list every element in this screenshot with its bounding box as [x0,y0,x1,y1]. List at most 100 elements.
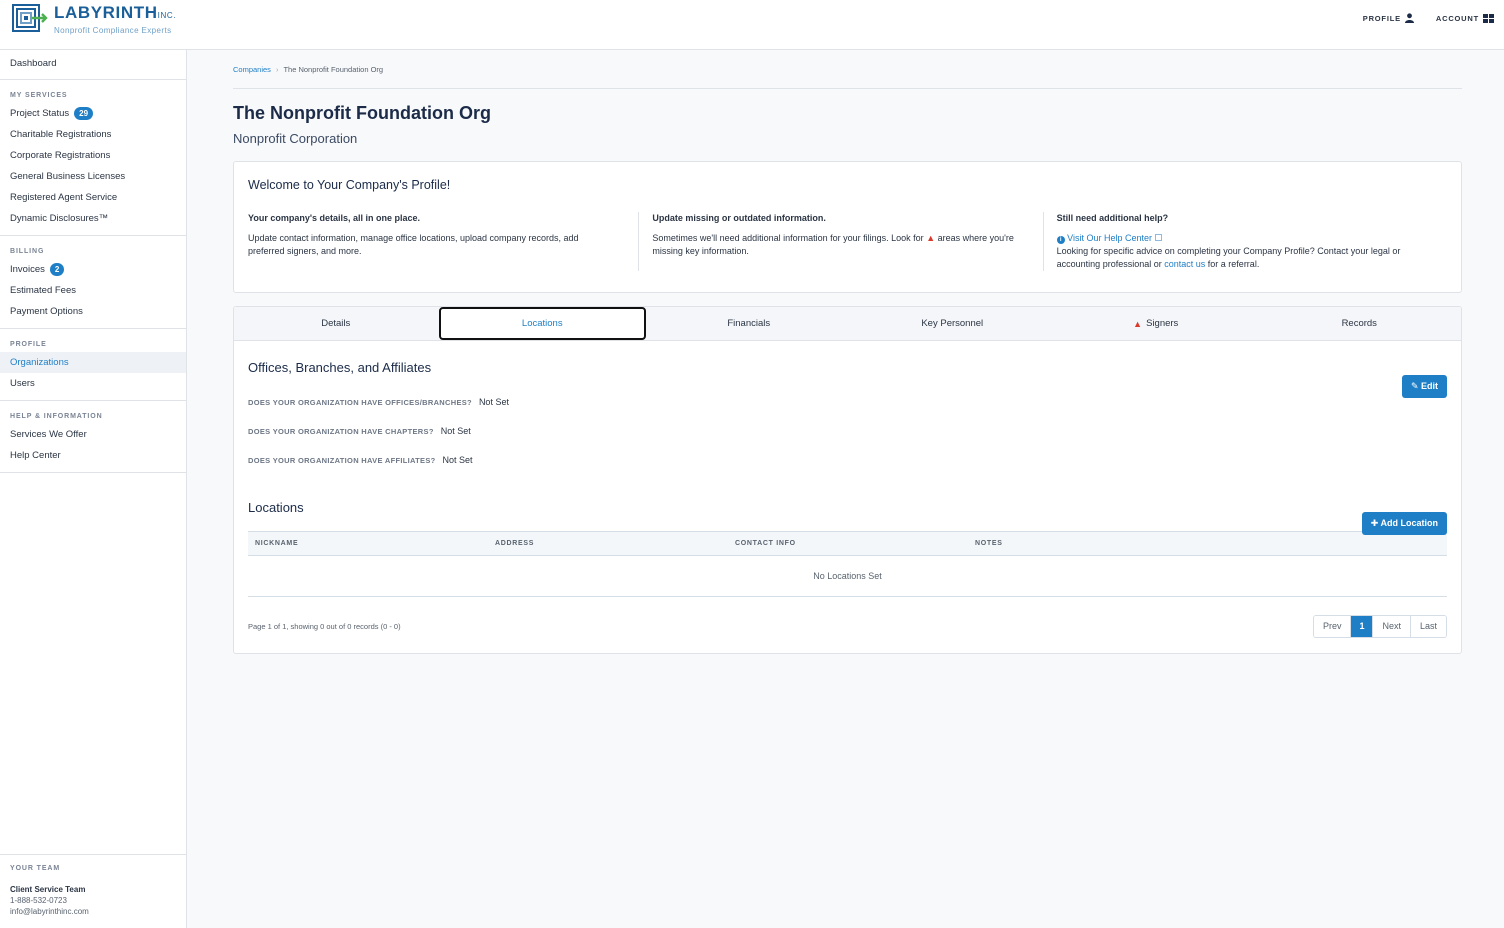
welcome-col-body: Update contact information, manage offic… [248,233,579,256]
column-header-notes[interactable]: NOTES [968,540,1208,547]
breadcrumb-companies-link[interactable]: Companies [233,65,271,74]
team-email[interactable]: info@labyrinthinc.com [10,906,176,917]
invoices-badge: 2 [49,263,65,276]
page-subtitle: Nonprofit Corporation [233,131,358,146]
sidebar-item-charitable-registrations[interactable]: Charitable Registrations [0,124,186,145]
sidebar-item-label: Users [10,378,35,389]
logo-name: LABYRINTH [54,3,158,22]
question-chapters: DOES YOUR ORGANIZATION HAVE CHAPTERS? Not… [248,426,1447,436]
your-team: YOUR TEAM Client Service Team 1-888-532-… [0,854,186,928]
sidebar-heading-help: HELP & INFORMATION [10,413,103,420]
warning-icon: ▲ [1133,318,1143,329]
pagination-next[interactable]: Next [1372,616,1410,637]
pagination-prev[interactable]: Prev [1313,616,1351,637]
tab-locations[interactable]: Locations [438,307,646,340]
sidebar-item-label: Organizations [10,357,69,368]
empty-table-message: No Locations Set [248,556,1447,597]
sidebar-item-users[interactable]: Users [0,373,186,394]
sidebar-item-services-we-offer[interactable]: Services We Offer [0,424,186,445]
profile-tabs-card: Details Locations Financials Key Personn… [233,306,1462,654]
sidebar: Dashboard MY SERVICES Project Status 29 C… [0,50,187,928]
welcome-title: Welcome to Your Company's Profile! [248,178,451,192]
grid-icon [1483,13,1494,23]
add-location-button[interactable]: ✚ Add Location [1361,512,1447,535]
sidebar-item-organizations[interactable]: Organizations [0,352,186,373]
warning-icon: ▲ [926,233,936,243]
help-center-link[interactable]: i Visit Our Help Center [1056,233,1162,244]
profile-link[interactable]: PROFILE [1363,13,1414,23]
sidebar-item-dynamic-disclosures[interactable]: Dynamic Disclosures™ [0,208,186,229]
labyrinth-logo[interactable]: LABYRINTHINC. Nonprofit Compliance Exper… [12,4,176,36]
welcome-col-heading: Update missing or outdated information. [652,213,826,223]
sidebar-item-label: Services We Offer [10,429,87,440]
sidebar-item-label: Charitable Registrations [10,129,112,140]
logo-tagline: Nonprofit Compliance Experts [54,26,172,35]
sidebar-item-help-center[interactable]: Help Center [0,445,186,466]
question-label: DOES YOUR ORGANIZATION HAVE CHAPTERS? [248,426,434,436]
sidebar-item-label: Dynamic Disclosures™ [10,213,109,224]
pagination-info: Page 1 of 1, showing 0 out of 0 records … [248,622,401,631]
welcome-col-missing: Update missing or outdated information. … [638,212,1042,271]
sidebar-item-invoices[interactable]: Invoices 2 [0,259,186,280]
tab-signers[interactable]: ▲ Signers [1054,307,1258,340]
profile-label: PROFILE [1362,13,1401,23]
tab-label: Signers [1146,318,1179,329]
team-heading: YOUR TEAM [10,865,61,872]
tab-financials[interactable]: Financials [647,307,851,340]
sidebar-item-corporate-registrations[interactable]: Corporate Registrations [0,145,186,166]
edit-button-label: Edit [1421,381,1438,391]
top-bar: LABYRINTHINC. Nonprofit Compliance Exper… [0,0,1504,50]
offices-section-title: Offices, Branches, and Affiliates [248,360,432,375]
question-affiliates: DOES YOUR ORGANIZATION HAVE AFFILIATES? N… [248,455,1447,465]
pagination-last[interactable]: Last [1409,616,1446,637]
sidebar-item-payment-options[interactable]: Payment Options [0,301,186,322]
external-link-icon [1154,234,1162,241]
column-header-contact-info[interactable]: CONTACT INFO [728,540,968,547]
tab-details[interactable]: Details [234,307,438,340]
question-label: DOES YOUR ORGANIZATION HAVE OFFICES/BRAN… [248,397,472,407]
sidebar-item-general-business-licenses[interactable]: General Business Licenses [0,166,186,187]
question-label: DOES YOUR ORGANIZATION HAVE AFFILIATES? [248,455,436,465]
sidebar-item-label: General Business Licenses [10,171,126,182]
sidebar-heading-my-services: MY SERVICES [10,92,68,99]
add-location-label: Add Location [1380,518,1439,528]
sidebar-item-label: Registered Agent Service [10,192,118,203]
sidebar-item-dashboard[interactable]: Dashboard [0,53,186,74]
welcome-col-heading: Your company's details, all in one place… [248,213,421,223]
sidebar-item-label: Estimated Fees [10,285,76,296]
sidebar-item-label: Payment Options [10,306,83,317]
sidebar-item-estimated-fees[interactable]: Estimated Fees [0,280,186,301]
tab-label: Records [1341,318,1377,329]
welcome-card: Welcome to Your Company's Profile! Your … [233,161,1462,293]
tab-key-personnel[interactable]: Key Personnel [851,307,1055,340]
sidebar-item-label: Dashboard [10,58,57,69]
sidebar-item-registered-agent-service[interactable]: Registered Agent Service [0,187,186,208]
account-label: ACCOUNT [1435,13,1479,23]
column-header-nickname[interactable]: NICKNAME [248,540,488,547]
account-link[interactable]: ACCOUNT [1435,13,1494,23]
team-name: Client Service Team [10,885,86,894]
help-center-link-label: Visit Our Help Center [1067,233,1153,243]
column-header-address[interactable]: ADDRESS [488,540,728,547]
logo-inc: INC. [157,11,177,20]
tab-records[interactable]: Records [1258,307,1462,340]
logo-maze-icon [12,4,48,36]
welcome-col-details: Your company's details, all in one place… [248,212,638,271]
welcome-col-heading: Still need additional help? [1056,213,1169,223]
pagination-page-1[interactable]: 1 [1350,616,1373,637]
edit-button[interactable]: ✎ Edit [1401,375,1447,398]
user-icon [1404,13,1414,23]
contact-us-link[interactable]: contact us [1164,259,1205,269]
question-offices: DOES YOUR ORGANIZATION HAVE OFFICES/BRAN… [248,397,1447,407]
sidebar-item-label: Project Status [10,108,70,119]
main-content: Companies › The Nonprofit Foundation Org… [233,50,1462,654]
team-phone[interactable]: 1-888-532-0723 [10,895,176,906]
pencil-icon: ✎ [1410,381,1419,391]
question-value: Not Set [478,397,509,407]
welcome-col-body-end: for a referral. [1207,259,1260,269]
locations-panel: Offices, Branches, and Affiliates ✎ Edit… [234,360,1461,638]
breadcrumb: Companies › The Nonprofit Foundation Org [233,65,1462,89]
sidebar-item-project-status[interactable]: Project Status 29 [0,103,186,124]
question-value: Not Set [442,455,473,465]
tab-label: Key Personnel [921,318,984,329]
